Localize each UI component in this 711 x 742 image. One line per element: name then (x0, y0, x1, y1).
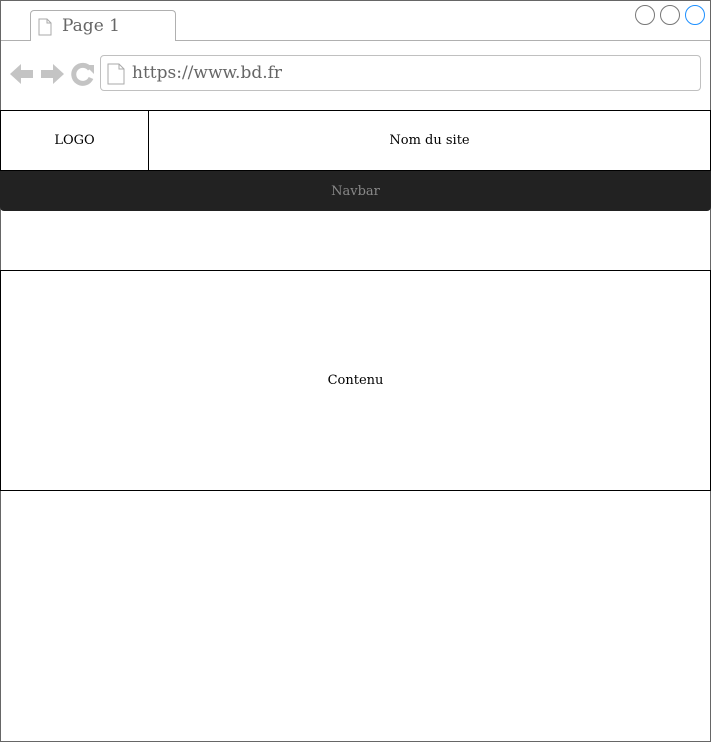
back-arrow-icon[interactable] (10, 62, 34, 86)
url-text: https://www.bd.fr (132, 63, 283, 83)
reload-icon[interactable] (71, 62, 95, 86)
maximize-button[interactable] (660, 5, 680, 25)
page-icon (107, 63, 125, 85)
site-name: Nom du site (148, 110, 711, 171)
browser-tab[interactable]: Page 1 (30, 10, 176, 41)
navbar[interactable]: Navbar (0, 171, 711, 211)
close-button[interactable] (685, 5, 705, 25)
minimize-button[interactable] (635, 5, 655, 25)
page-icon (38, 18, 52, 36)
content-area: Contenu (0, 270, 711, 491)
address-bar[interactable]: https://www.bd.fr (100, 55, 701, 91)
forward-arrow-icon[interactable] (40, 62, 64, 86)
tab-title: Page 1 (62, 16, 120, 36)
logo: LOGO (0, 110, 149, 171)
